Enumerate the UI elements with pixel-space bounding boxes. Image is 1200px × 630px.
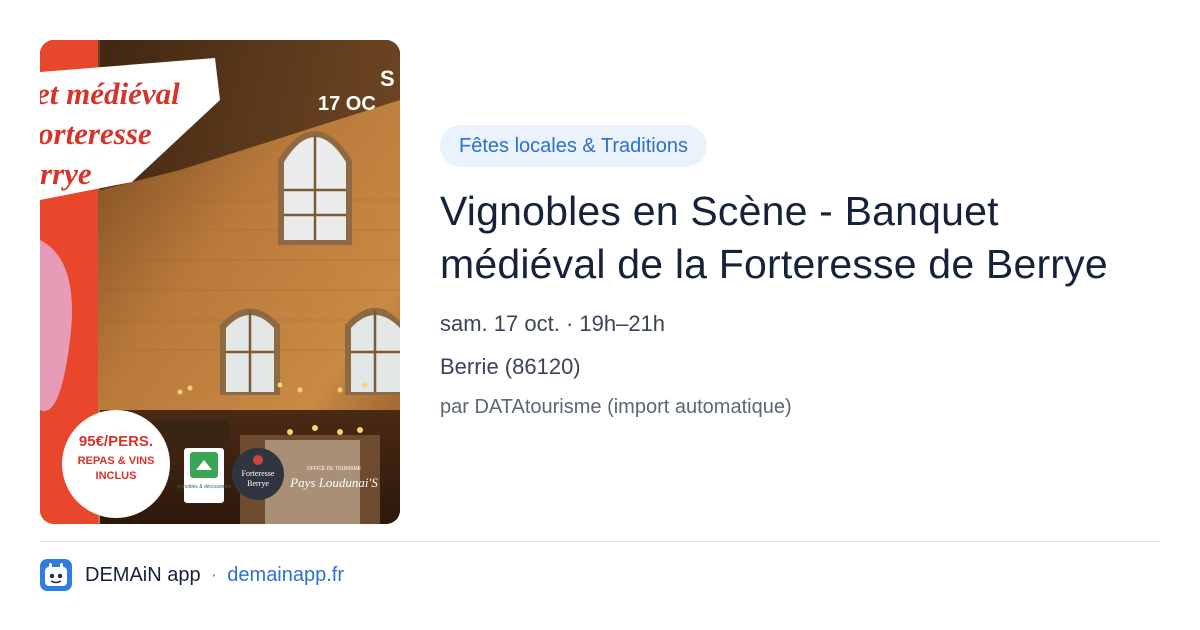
poster-title-line-1: et médiéval [40,76,180,111]
event-title[interactable]: Vignobles en Scène - Banquet médiéval de… [440,185,1170,291]
footer-separator: · [210,563,218,586]
poster-corner-date: 17 OC [318,93,376,115]
event-poster: et médiéval orteresse rrye S 17 OC 95€/P… [40,40,400,524]
event-location: Berrie (86120) [440,354,581,379]
event-date: sam. 17 oct. · 19h–21h [440,311,666,336]
footer: DEMAiN app · demainapp.fr [40,558,344,592]
poster-title-line-2: orteresse [40,116,152,151]
app-name: DEMAiN app [85,563,201,586]
poster-corner-day: S [380,66,395,91]
poster-price-detail-1: REPAS & VINS [78,455,155,467]
app-domain-link[interactable]: demainapp.fr [227,564,344,587]
poster-price-detail-2: INCLUS [96,470,137,482]
divider [40,541,1160,542]
demain-app-icon [40,559,72,591]
event-source: par DATAtourisme (import automatique) [440,396,792,418]
poster-title-line-3: rrye [40,156,92,191]
poster-logo-berrye: Berrye [247,479,269,488]
poster-badge-text: vignobles & découvertes [177,484,232,490]
event-details: Fêtes locales & Traditions Vignobles en … [440,125,1170,419]
poster-price: 95€/PERS. [79,433,153,450]
category-badge[interactable]: Fêtes locales & Traditions [440,125,707,167]
poster-logo-forteresse: Forteresse [242,469,275,478]
poster-logo-pays: Pays Loudunai'S [289,475,378,490]
poster-logo-office: OFFICE DE TOURISME [307,466,362,472]
event-image[interactable]: et médiéval orteresse rrye S 17 OC 95€/P… [40,40,400,524]
